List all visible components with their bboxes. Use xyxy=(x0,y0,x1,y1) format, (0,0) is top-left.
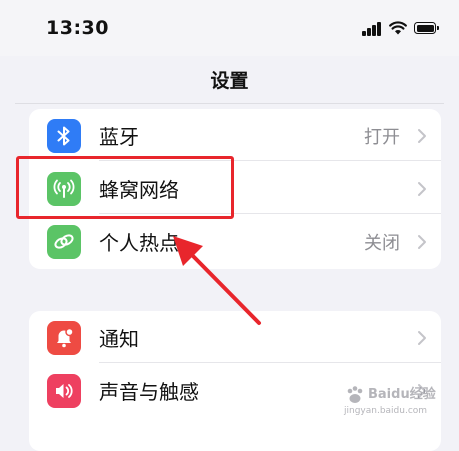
cellular-signal-icon xyxy=(362,22,382,36)
settings-group-notifications: 通知 声音与触感 xyxy=(29,311,441,451)
settings-row-value: 关闭 xyxy=(364,233,400,254)
settings-row-bluetooth[interactable]: 蓝牙 打开 xyxy=(29,109,441,161)
status-bar: 13:30 xyxy=(0,0,459,56)
battery-icon xyxy=(414,22,439,34)
chevron-right-icon xyxy=(418,182,426,196)
row-separator xyxy=(99,362,441,363)
nav-divider xyxy=(15,103,444,104)
settings-row-label: 个人热点 xyxy=(99,231,179,255)
notification-bell-icon xyxy=(47,321,81,355)
wifi-icon xyxy=(389,21,407,35)
watermark-text: Baidu经验 xyxy=(368,387,436,402)
speaker-icon xyxy=(47,374,81,408)
watermark: Baidu经验 jingyan.baidu.com xyxy=(344,382,444,422)
chevron-right-icon xyxy=(418,235,426,249)
chevron-right-icon xyxy=(418,331,426,345)
settings-row-value: 打开 xyxy=(364,127,400,148)
watermark-url: jingyan.baidu.com xyxy=(344,406,428,416)
chevron-right-icon xyxy=(418,129,426,143)
page-title: 设置 xyxy=(210,70,249,92)
hotspot-link-icon xyxy=(47,225,81,259)
settings-row-label: 通知 xyxy=(99,327,139,351)
settings-row-hotspot[interactable]: 个人热点 关闭 xyxy=(29,215,441,267)
settings-row-notifications[interactable]: 通知 xyxy=(29,311,441,363)
bluetooth-icon xyxy=(47,119,81,153)
baidu-paw-icon xyxy=(347,386,363,403)
settings-row-label: 蓝牙 xyxy=(99,125,139,149)
status-time: 13:30 xyxy=(46,17,109,39)
settings-row-label: 声音与触感 xyxy=(99,380,199,404)
highlight-box xyxy=(16,156,234,219)
